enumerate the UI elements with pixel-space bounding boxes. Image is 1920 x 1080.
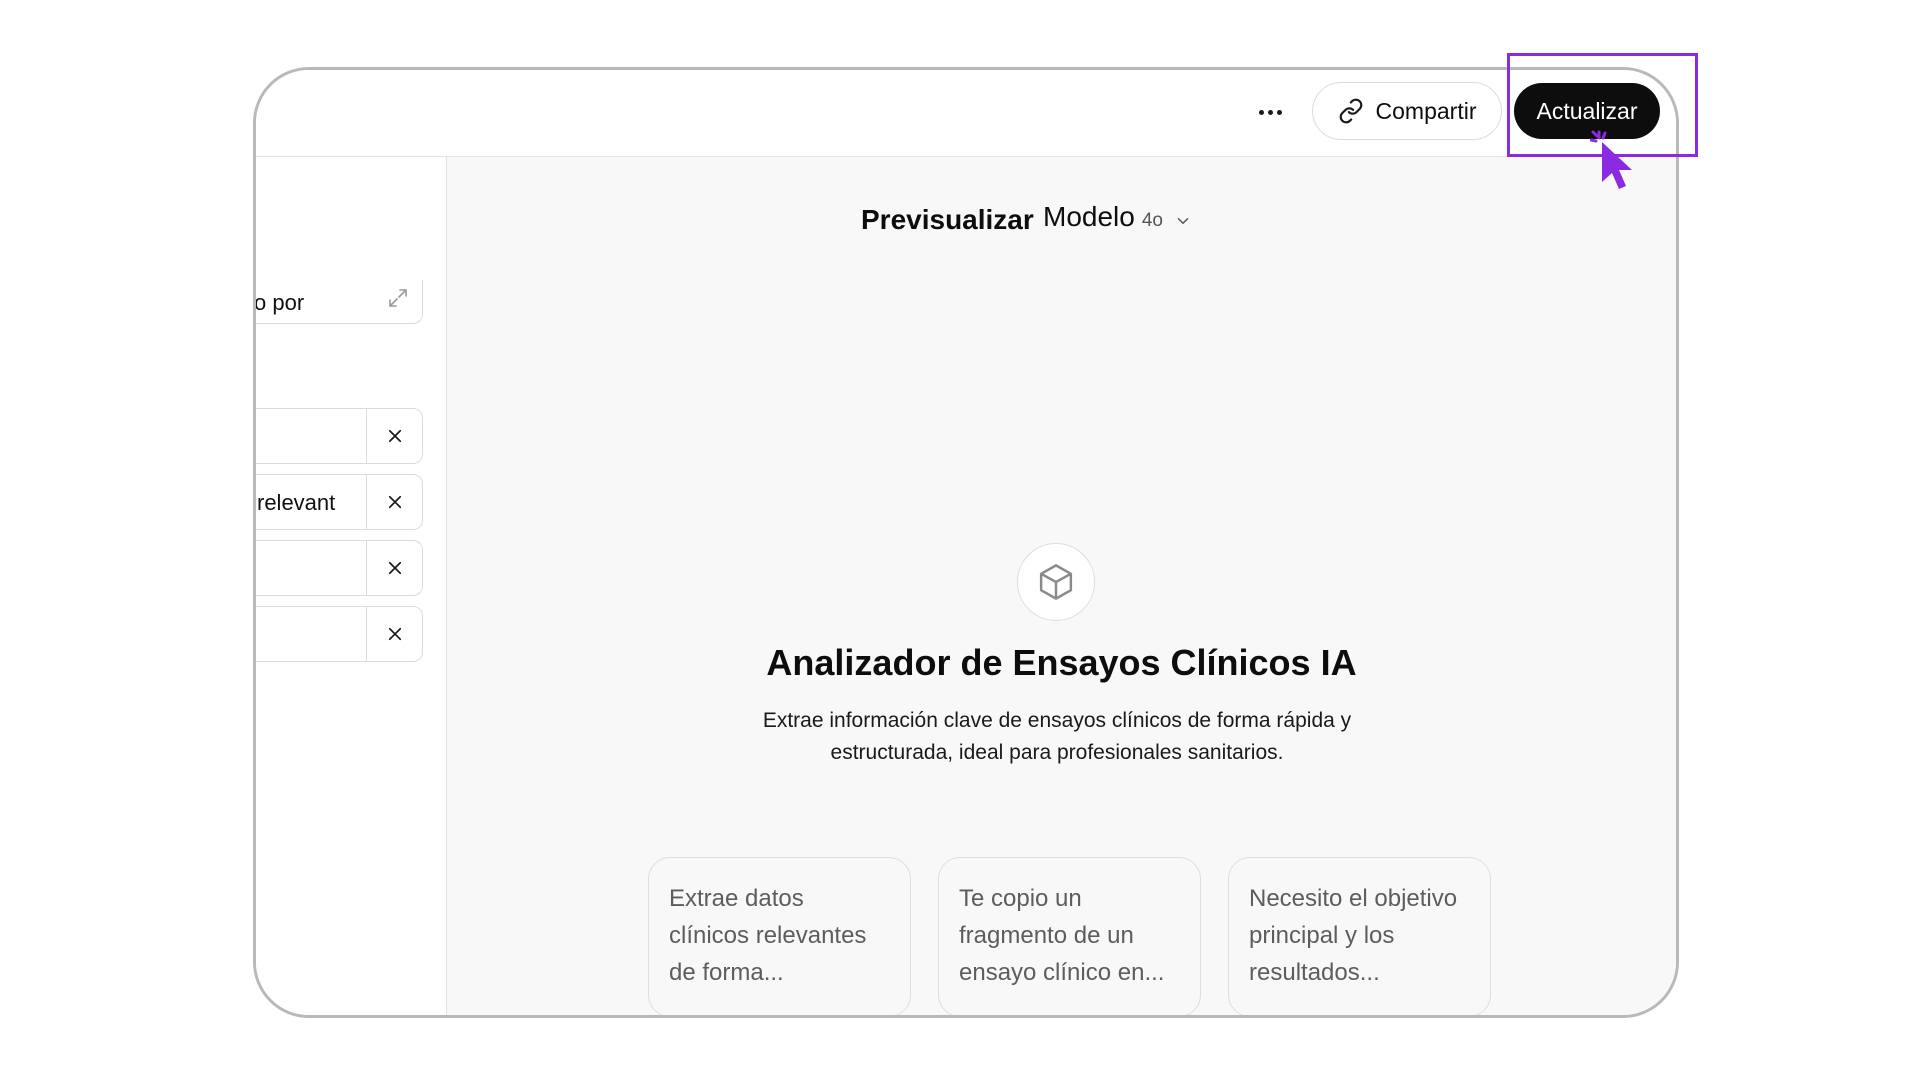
gpt-description: Extrae información clave de ensayos clín…	[762, 709, 1352, 764]
model-label: Modelo	[1043, 201, 1135, 232]
chevron-down-icon	[1177, 218, 1189, 224]
starter-input-row[interactable]	[256, 408, 423, 464]
gpt-avatar	[1017, 543, 1095, 621]
screenshot-stage: Compartir Actualizar o por relevant Prev…	[0, 0, 1920, 1080]
close-icon	[388, 561, 401, 575]
conversation-starter-card[interactable]: Necesito el objetivo principal y los res…	[1228, 857, 1491, 1015]
gpt-name: Analizador de Ensayos Clínicos IA	[766, 642, 1357, 683]
expand-icon[interactable]	[386, 286, 410, 310]
conversation-starter-card[interactable]: Te copio un fragmento de un ensayo clíni…	[938, 857, 1201, 1015]
pointer-cursor-icon	[1590, 130, 1632, 189]
top-bar: Compartir Actualizar	[256, 70, 1676, 157]
more-dot-icon	[1276, 109, 1282, 115]
close-icon	[388, 627, 401, 641]
conversation-starter-card[interactable]: Extrae datos clínicos relevantes de form…	[648, 857, 911, 1015]
starter-input-row[interactable]	[256, 606, 423, 662]
more-dot-icon	[1267, 109, 1273, 115]
more-options-button[interactable]	[1246, 92, 1294, 132]
remove-starter-button[interactable]	[366, 475, 422, 529]
description-text: o por	[254, 290, 305, 315]
link-icon	[1339, 98, 1362, 124]
close-icon	[388, 495, 401, 509]
model-version: 4o	[1141, 210, 1163, 231]
model-selector[interactable]: Modelo 4o	[1043, 201, 1192, 241]
starter-input-row[interactable]: relevant	[256, 474, 423, 530]
remove-starter-button[interactable]	[366, 607, 422, 661]
preview-panel: Previsualizar Modelo 4o Analizador de En…	[447, 157, 1676, 1015]
starter-input-row[interactable]	[256, 540, 423, 596]
remove-starter-button[interactable]	[366, 541, 422, 595]
preview-title: Previsualizar	[861, 204, 1034, 235]
configure-panel: o por relevant	[256, 157, 447, 1015]
share-button[interactable]: Compartir	[1312, 82, 1502, 140]
starter-input-text: relevant	[257, 490, 336, 515]
remove-starter-button[interactable]	[366, 409, 422, 463]
app-window: Compartir Actualizar o por relevant Prev…	[253, 67, 1679, 1018]
close-icon	[388, 429, 401, 443]
description-field[interactable]: o por	[254, 280, 423, 324]
share-button-label: Compartir	[1375, 97, 1477, 124]
more-dot-icon	[1258, 109, 1264, 115]
cube-icon	[1039, 564, 1073, 600]
